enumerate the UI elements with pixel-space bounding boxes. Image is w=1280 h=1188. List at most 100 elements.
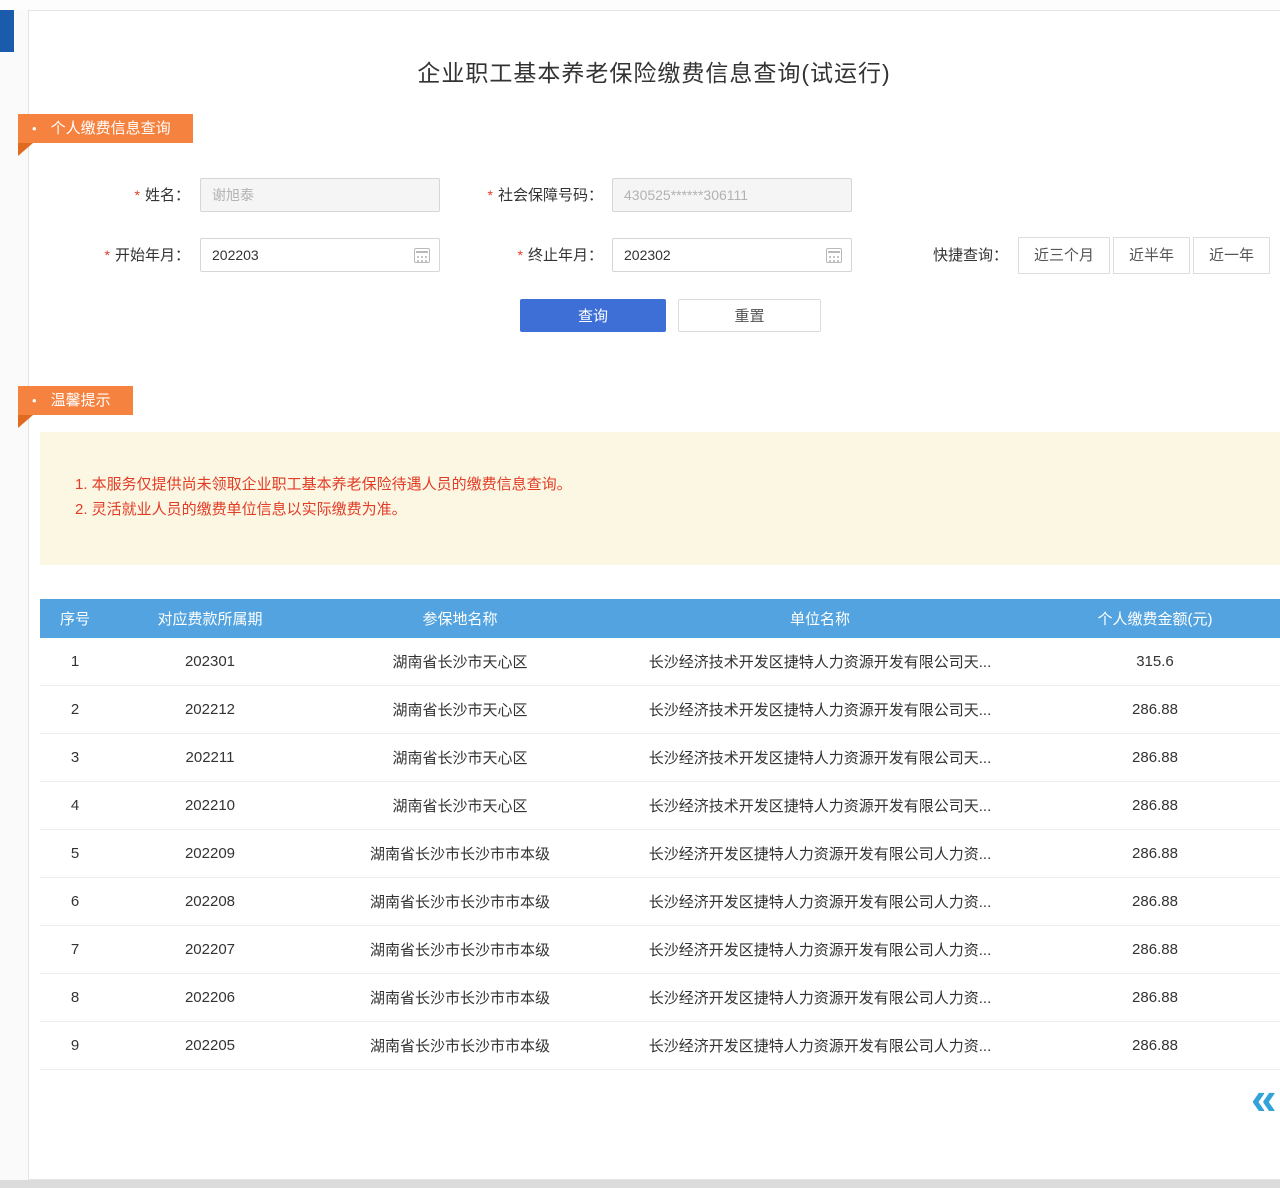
table-row: 9202205湖南省长沙市长沙市市本级长沙经济开发区捷特人力资源开发有限公司人力… xyxy=(40,1022,1280,1070)
name-field: 谢旭泰 xyxy=(200,178,440,212)
name-label: *姓名： xyxy=(80,178,190,213)
table-cell: 长沙经济开发区捷特人力资源开发有限公司人力资... xyxy=(610,1035,1030,1056)
table-cell: 湖南省长沙市长沙市市本级 xyxy=(310,843,610,864)
table-cell: 202301 xyxy=(110,653,310,670)
reset-button[interactable]: 重置 xyxy=(678,299,821,332)
table-cell: 202211 xyxy=(110,749,310,766)
header-employer: 单位名称 xyxy=(610,608,1030,629)
start-month-field[interactable]: 202203 xyxy=(200,238,440,272)
section-badge-tips-label: 温馨提示 xyxy=(51,392,111,409)
results-table: 序号 对应费款所属期 参保地名称 单位名称 个人缴费金额(元) 1202301湖… xyxy=(40,599,1280,1070)
header-index: 序号 xyxy=(40,608,110,629)
table-cell: 湖南省长沙市长沙市市本级 xyxy=(310,939,610,960)
table-row: 1202301湖南省长沙市天心区长沙经济技术开发区捷特人力资源开发有限公司天..… xyxy=(40,638,1280,686)
table-cell: 9 xyxy=(40,1037,110,1054)
table-cell: 202205 xyxy=(110,1037,310,1054)
table-cell: 长沙经济技术开发区捷特人力资源开发有限公司天... xyxy=(610,747,1030,768)
section-badge-query: • 个人缴费信息查询 xyxy=(18,114,193,143)
table-body: 1202301湖南省长沙市天心区长沙经济技术开发区捷特人力资源开发有限公司天..… xyxy=(40,638,1280,1070)
table-cell: 286.88 xyxy=(1030,845,1280,862)
table-cell: 湖南省长沙市天心区 xyxy=(310,795,610,816)
tips-line: 2. 灵活就业人员的缴费单位信息以实际缴费为准。 xyxy=(75,497,1280,522)
header-amount: 个人缴费金额(元) xyxy=(1030,608,1280,629)
table-row: 8202206湖南省长沙市长沙市市本级长沙经济开发区捷特人力资源开发有限公司人力… xyxy=(40,974,1280,1022)
quick-btn-3months[interactable]: 近三个月 xyxy=(1018,237,1110,274)
table-cell: 202210 xyxy=(110,797,310,814)
table-cell: 6 xyxy=(40,893,110,910)
table-cell: 长沙经济开发区捷特人力资源开发有限公司人力资... xyxy=(610,987,1030,1008)
ssn-field: 430525******306111 xyxy=(612,178,852,212)
ribbon-fold xyxy=(18,143,33,156)
ribbon-fold xyxy=(18,415,33,428)
table-cell: 2 xyxy=(40,701,110,718)
table-cell: 长沙经济技术开发区捷特人力资源开发有限公司天... xyxy=(610,795,1030,816)
bullet-icon: • xyxy=(32,386,37,415)
table-cell: 202206 xyxy=(110,989,310,1006)
quick-btn-oneyear[interactable]: 近一年 xyxy=(1193,237,1270,274)
required-mark: * xyxy=(105,247,110,263)
header-insured-place: 参保地名称 xyxy=(310,608,610,629)
table-cell: 286.88 xyxy=(1030,701,1280,718)
calendar-icon[interactable] xyxy=(826,248,842,263)
start-month-label: *开始年月： xyxy=(80,238,190,273)
table-cell: 长沙经济开发区捷特人力资源开发有限公司人力资... xyxy=(610,843,1030,864)
table-cell: 湖南省长沙市天心区 xyxy=(310,747,610,768)
table-cell: 湖南省长沙市长沙市市本级 xyxy=(310,891,610,912)
table-row: 6202208湖南省长沙市长沙市市本级长沙经济开发区捷特人力资源开发有限公司人力… xyxy=(40,878,1280,926)
table-cell: 8 xyxy=(40,989,110,1006)
table-row: 3202211湖南省长沙市天心区长沙经济技术开发区捷特人力资源开发有限公司天..… xyxy=(40,734,1280,782)
calendar-icon[interactable] xyxy=(414,248,430,263)
side-tab[interactable] xyxy=(0,10,14,52)
bottom-divider xyxy=(0,1180,1280,1188)
section-badge-tips: • 温馨提示 xyxy=(18,386,133,415)
table-cell: 202208 xyxy=(110,893,310,910)
table-row: 7202207湖南省长沙市长沙市市本级长沙经济开发区捷特人力资源开发有限公司人力… xyxy=(40,926,1280,974)
table-cell: 286.88 xyxy=(1030,1037,1280,1054)
table-cell: 长沙经济技术开发区捷特人力资源开发有限公司天... xyxy=(610,651,1030,672)
ssn-label: *社会保障号码： xyxy=(445,178,603,213)
table-cell: 3 xyxy=(40,749,110,766)
section-badge-query-label: 个人缴费信息查询 xyxy=(51,120,171,137)
page: 企业职工基本养老保险缴费信息查询(试运行) • 个人缴费信息查询 *姓名： 谢旭泰… xyxy=(0,0,1280,1188)
table-cell: 湖南省长沙市长沙市市本级 xyxy=(310,987,610,1008)
left-gutter xyxy=(0,10,28,1180)
collapse-chevron-icon[interactable]: « xyxy=(1251,1076,1277,1120)
table-cell: 202209 xyxy=(110,845,310,862)
bullet-icon: • xyxy=(32,114,37,143)
required-mark: * xyxy=(135,187,140,203)
table-cell: 湖南省长沙市天心区 xyxy=(310,651,610,672)
page-title: 企业职工基本养老保险缴费信息查询(试运行) xyxy=(28,54,1280,88)
required-mark: * xyxy=(518,247,523,263)
table-cell: 286.88 xyxy=(1030,749,1280,766)
table-cell: 315.6 xyxy=(1030,653,1280,670)
end-month-field[interactable]: 202302 xyxy=(612,238,852,272)
table-cell: 286.88 xyxy=(1030,989,1280,1006)
table-cell: 湖南省长沙市长沙市市本级 xyxy=(310,1035,610,1056)
table-row: 2202212湖南省长沙市天心区长沙经济技术开发区捷特人力资源开发有限公司天..… xyxy=(40,686,1280,734)
quick-btn-halfyear[interactable]: 近半年 xyxy=(1113,237,1190,274)
table-cell: 7 xyxy=(40,941,110,958)
query-button[interactable]: 查询 xyxy=(520,299,666,332)
table-cell: 湖南省长沙市天心区 xyxy=(310,699,610,720)
table-cell: 4 xyxy=(40,797,110,814)
table-row: 4202210湖南省长沙市天心区长沙经济技术开发区捷特人力资源开发有限公司天..… xyxy=(40,782,1280,830)
table-cell: 5 xyxy=(40,845,110,862)
table-cell: 长沙经济开发区捷特人力资源开发有限公司人力资... xyxy=(610,939,1030,960)
tips-line: 1. 本服务仅提供尚未领取企业职工基本养老保险待遇人员的缴费信息查询。 xyxy=(75,472,1280,497)
end-month-label: *终止年月： xyxy=(445,238,603,273)
table-cell: 286.88 xyxy=(1030,797,1280,814)
table-row: 5202209湖南省长沙市长沙市市本级长沙经济开发区捷特人力资源开发有限公司人力… xyxy=(40,830,1280,878)
quick-query-label: 快捷查询： xyxy=(933,238,1008,274)
table-cell: 长沙经济开发区捷特人力资源开发有限公司人力资... xyxy=(610,891,1030,912)
table-cell: 202212 xyxy=(110,701,310,718)
table-cell: 长沙经济技术开发区捷特人力资源开发有限公司天... xyxy=(610,699,1030,720)
required-mark: * xyxy=(488,187,493,203)
header-period: 对应费款所属期 xyxy=(110,608,310,629)
table-cell: 286.88 xyxy=(1030,941,1280,958)
quick-query-group: 近三个月 近半年 近一年 xyxy=(1018,237,1270,274)
table-header-row: 序号 对应费款所属期 参保地名称 单位名称 个人缴费金额(元) xyxy=(40,599,1280,638)
table-cell: 202207 xyxy=(110,941,310,958)
table-cell: 286.88 xyxy=(1030,893,1280,910)
tips-box: 1. 本服务仅提供尚未领取企业职工基本养老保险待遇人员的缴费信息查询。 2. 灵… xyxy=(40,432,1280,565)
table-cell: 1 xyxy=(40,653,110,670)
